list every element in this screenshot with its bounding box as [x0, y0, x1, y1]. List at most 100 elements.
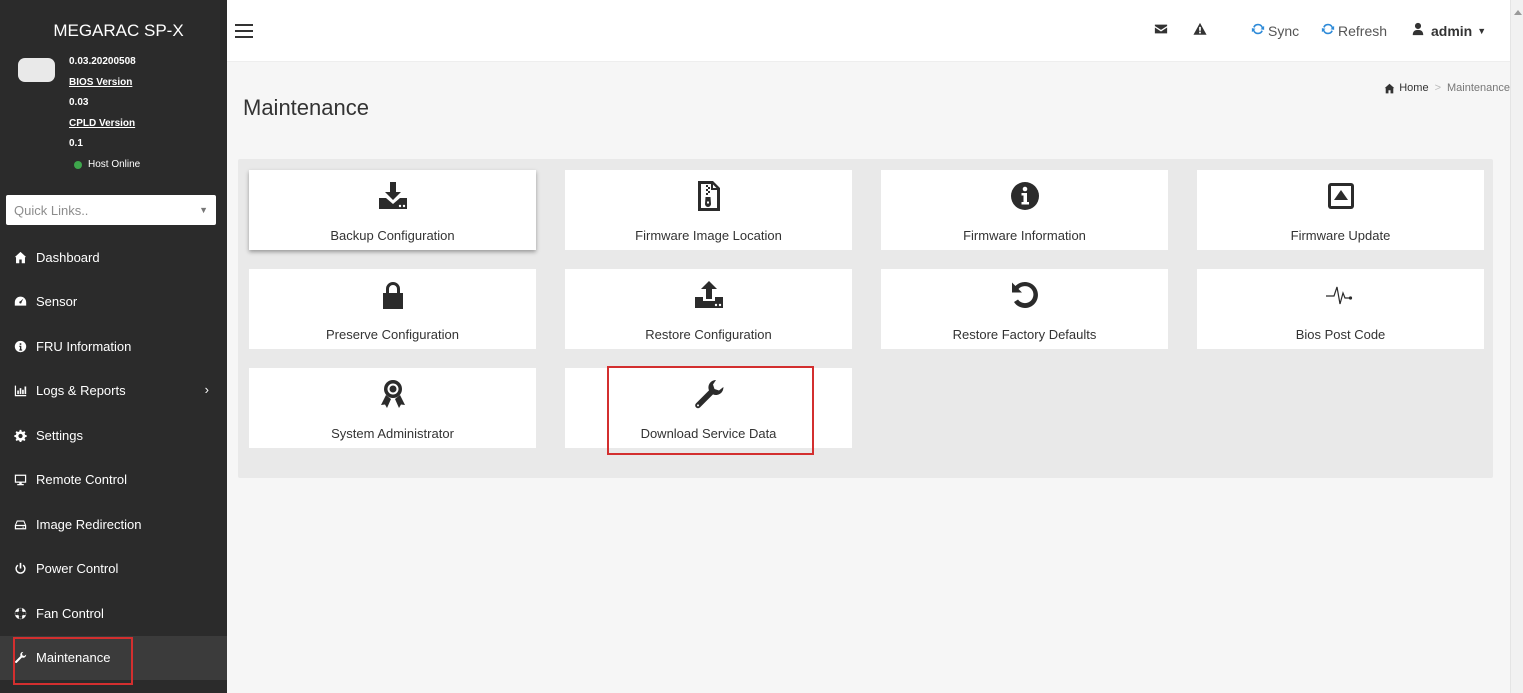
card-label: Preserve Configuration: [326, 327, 459, 342]
pulse-icon: [1325, 269, 1357, 321]
user-menu-button[interactable]: admin ▼: [1411, 22, 1486, 39]
breadcrumb-home-link[interactable]: Home: [1384, 82, 1429, 94]
top-header: Sync Refresh admin ▼: [227, 0, 1523, 62]
backup-configuration-card[interactable]: Backup Configuration: [249, 170, 536, 250]
sidebar-item-dashboard[interactable]: Dashboard: [0, 235, 227, 280]
refresh-icon: [1321, 22, 1335, 39]
upload-icon: [693, 269, 725, 321]
sidebar-item-label: Power Control: [36, 561, 119, 577]
tachometer-icon: [14, 295, 36, 308]
eject-icon: [1325, 170, 1357, 222]
sidebar-nav: Dashboard Sensor FRU Information Logs & …: [0, 235, 227, 684]
sync-icon: [1251, 22, 1265, 39]
status-dot-icon: [74, 160, 82, 169]
quick-links-select[interactable]: Quick Links.. ▼: [6, 195, 216, 225]
warning-icon: [1193, 22, 1207, 39]
breadcrumb-home-label: Home: [1399, 82, 1429, 94]
sidebar-item-label: Logs & Reports: [36, 383, 126, 399]
monitor-icon: [14, 473, 36, 486]
sidebar: MEGARAC SP-X 0.03.20200508 BIOS Version …: [0, 0, 227, 693]
firmware-update-card[interactable]: Firmware Update: [1197, 170, 1484, 250]
firmware-information-card[interactable]: Firmware Information: [881, 170, 1168, 250]
caret-down-icon: ▼: [199, 205, 208, 215]
card-label: Download Service Data: [640, 426, 777, 441]
card-label: Firmware Information: [963, 228, 1086, 243]
download-icon: [377, 170, 409, 222]
card-label: Restore Configuration: [645, 327, 772, 342]
undo-icon: [1009, 269, 1041, 321]
firmware-image-location-card[interactable]: Firmware Image Location: [565, 170, 852, 250]
user-icon: [1411, 22, 1425, 39]
scroll-up-arrow-icon[interactable]: [1514, 10, 1522, 15]
main-content: Maintenance Home > Maintenance Backup Co…: [227, 62, 1510, 693]
card-label: Restore Factory Defaults: [952, 327, 1097, 342]
drive-icon: [14, 518, 36, 531]
bios-version-value: 0.03: [69, 97, 89, 108]
lock-icon: [377, 269, 409, 321]
sync-button[interactable]: Sync: [1251, 22, 1299, 39]
sidebar-item-label: Fan Control: [36, 605, 104, 621]
cpld-version-link[interactable]: CPLD Version: [69, 118, 135, 129]
hamburger-menu-icon[interactable]: [235, 24, 253, 38]
award-icon: [377, 368, 409, 420]
home-icon: [1384, 83, 1395, 93]
avatar: [18, 58, 55, 82]
chevron-right-icon: ›: [204, 381, 209, 397]
download-service-data-card[interactable]: Download Service Data: [565, 366, 852, 455]
info-icon: [1009, 170, 1041, 222]
page-title: Maintenance: [243, 95, 369, 120]
bios-version-link[interactable]: BIOS Version: [69, 77, 132, 88]
sync-label: Sync: [1268, 22, 1300, 39]
messages-button[interactable]: [1154, 22, 1168, 39]
cpld-version-value: 0.1: [69, 138, 83, 149]
card-label: System Administrator: [331, 426, 454, 441]
system-administrator-card[interactable]: System Administrator: [249, 368, 536, 448]
restore-factory-defaults-card[interactable]: Restore Factory Defaults: [881, 269, 1168, 349]
refresh-label: Refresh: [1338, 22, 1388, 39]
sidebar-item-power-control[interactable]: Power Control: [0, 547, 227, 592]
maintenance-grid: Backup Configuration Firmware Image Loca…: [238, 159, 1493, 478]
sidebar-item-maintenance[interactable]: Maintenance: [0, 635, 227, 684]
power-icon: [14, 562, 36, 575]
wrench-icon: [693, 368, 725, 420]
wrench-icon: [14, 651, 36, 664]
sidebar-item-settings[interactable]: Settings: [0, 413, 227, 458]
info-circle-icon: [14, 340, 36, 353]
breadcrumb-separator: >: [1434, 82, 1441, 94]
sidebar-item-remote-control[interactable]: Remote Control: [0, 458, 227, 503]
firmware-version-value: 0.03.20200508: [69, 56, 136, 67]
breadcrumb: Home > Maintenance: [1384, 82, 1510, 94]
sidebar-item-label: Remote Control: [36, 472, 128, 488]
preserve-configuration-card[interactable]: Preserve Configuration: [249, 269, 536, 349]
refresh-button[interactable]: Refresh: [1321, 22, 1387, 39]
host-status: Host Online: [74, 159, 140, 170]
sidebar-item-label: Maintenance: [36, 650, 111, 666]
caret-down-icon: ▼: [1477, 25, 1487, 36]
sidebar-item-label: FRU Information: [36, 338, 132, 354]
vertical-scrollbar[interactable]: [1510, 0, 1523, 693]
sidebar-item-image-redirection[interactable]: Image Redirection: [0, 502, 227, 547]
user-name: admin: [1431, 22, 1473, 39]
gear-icon: [14, 429, 36, 442]
sidebar-item-logs-reports[interactable]: Logs & Reports ›: [0, 369, 227, 414]
envelope-icon: [1154, 22, 1168, 39]
restore-configuration-card[interactable]: Restore Configuration: [565, 269, 852, 349]
sidebar-item-label: Sensor: [36, 294, 78, 310]
sidebar-item-fru-information[interactable]: FRU Information: [0, 324, 227, 369]
sidebar-item-label: Image Redirection: [36, 516, 142, 532]
host-status-label: Host Online: [88, 159, 141, 170]
life-ring-icon: [14, 607, 36, 620]
sidebar-item-fan-control[interactable]: Fan Control: [0, 591, 227, 636]
bios-post-code-card[interactable]: Bios Post Code: [1197, 269, 1484, 349]
zip-file-icon: [693, 170, 725, 222]
sidebar-item-sensor[interactable]: Sensor: [0, 280, 227, 325]
sidebar-item-label: Dashboard: [36, 249, 100, 265]
sidebar-item-label: Settings: [36, 427, 83, 443]
alerts-button[interactable]: [1193, 22, 1207, 39]
card-label: Firmware Image Location: [635, 228, 782, 243]
app-root: MEGARAC SP-X 0.03.20200508 BIOS Version …: [0, 0, 1523, 693]
bar-chart-icon: [14, 384, 36, 397]
user-panel: 0.03.20200508 BIOS Version 0.03 CPLD Ver…: [0, 52, 227, 180]
quick-links-placeholder: Quick Links..: [14, 202, 89, 218]
card-label: Firmware Update: [1290, 228, 1391, 243]
